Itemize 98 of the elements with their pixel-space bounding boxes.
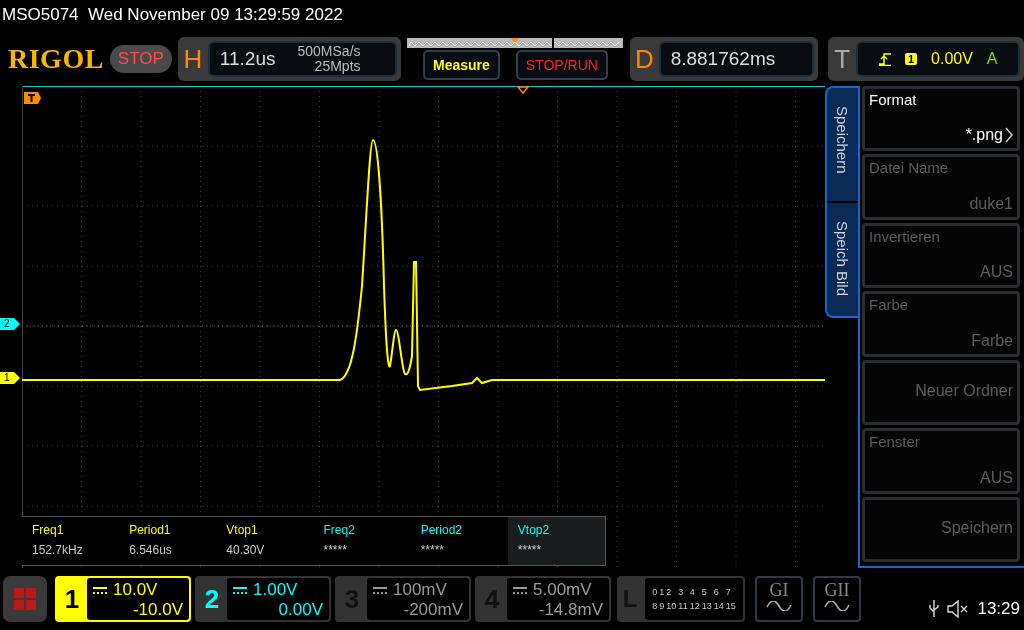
measurement-name: Freq1 [32, 523, 65, 537]
logic-channel-number: 9 [659, 601, 665, 611]
rising-edge-icon [878, 52, 891, 66]
sine-wave-icon [824, 601, 850, 611]
logic-channel-number: 3 [678, 587, 685, 597]
logic-channel-number: 4 [689, 587, 696, 597]
menu-item-label: Fenster [869, 433, 921, 451]
logic-channel-number: 0 [652, 587, 658, 597]
chevron-right-icon [1005, 127, 1013, 144]
measurement-name: Freq2 [323, 523, 356, 537]
channel-panel[interactable]: 2 1.00V 0.00V [195, 576, 331, 622]
measurement-item[interactable]: Vtop2 ***** [507, 517, 605, 565]
logic-channel-number: 11 [678, 601, 688, 611]
grid-icon [13, 587, 37, 611]
channel-number: 1 [63, 582, 81, 616]
generator-button[interactable]: GII [813, 576, 861, 622]
memory-depth: 25Mpts [314, 59, 361, 74]
clock-time: 13:29 [977, 599, 1020, 619]
measurement-value: ***** [323, 543, 348, 557]
channel-offset: -10.0V [132, 600, 183, 620]
horizontal-panel[interactable]: H 11.2us 500MSa/s 25Mpts [177, 37, 401, 81]
trigger-mode: A [986, 50, 998, 68]
menu-item-value: AUS [980, 263, 1013, 282]
brand-logo: RIGOL [8, 43, 104, 75]
menu-item-value: Neuer Ordner [915, 382, 1013, 401]
measurement-value: ***** [420, 543, 445, 557]
channel-offset: 0.00V [278, 600, 323, 620]
measurement-value: 40.30V [226, 543, 266, 557]
menu-item-label: Datei Name [869, 159, 950, 177]
measurement-item[interactable]: Freq1 152.7kHz [22, 517, 120, 565]
horizontal-label: H [182, 43, 204, 75]
generator-button[interactable]: GI [755, 576, 803, 622]
logic-channel-number: 10 [666, 601, 677, 611]
menu-item-value: Farbe [971, 331, 1013, 350]
main-menu-button[interactable] [3, 576, 47, 622]
speaker-muted-icon [947, 600, 970, 618]
logic-channel-number: 15 [725, 601, 736, 611]
logic-channel-number: 8 [652, 601, 658, 611]
channel-scale: 5.00mV [533, 580, 592, 600]
menu-item-value: duke1 [969, 194, 1013, 213]
measurement-name: Period2 [420, 523, 464, 537]
timebase-value: 11.2us [219, 48, 276, 70]
menu-item-value: Speichern [940, 519, 1013, 538]
menu-item-label: Invertieren [869, 227, 941, 245]
menu-item-value: AUS [980, 468, 1013, 487]
trigger-panel[interactable]: T 1 0.00V A [828, 37, 1024, 81]
delay-label: D [634, 43, 655, 75]
trigger-marker-icon [24, 92, 41, 104]
dc-coupling-icon [373, 586, 387, 594]
window-title: MSO5074 Wed November 09 13:29:59 2022 [1, 4, 344, 26]
logic-channel-number: 7 [725, 587, 732, 597]
channel-offset: -14.8mV [538, 600, 603, 620]
channel-offset: -200mV [403, 600, 463, 620]
measurement-value: ***** [517, 543, 543, 557]
measurement-item[interactable]: Vtop1 40.30V [216, 517, 314, 565]
trigger-label: T [833, 43, 852, 75]
measurement-item[interactable]: Period1 6.546us [119, 517, 217, 565]
logic-channel-number: 12 [689, 601, 700, 611]
channel-scale: 10.0V [113, 580, 158, 600]
trigger-position-icon [516, 86, 530, 95]
sample-rate: 500MSa/s [297, 44, 361, 59]
logic-channel-number: 1 [659, 587, 665, 597]
menu-item-value: *.png [965, 126, 1003, 145]
logic-channel-number: 14 [713, 601, 724, 611]
measurement-name: Period1 [129, 523, 172, 537]
delay-panel[interactable]: D 8.881762ms [630, 37, 818, 81]
channel-marker[interactable]: 1 [0, 372, 20, 384]
trigger-level: 0.00V [931, 50, 973, 68]
trigger-source: 1 [904, 53, 918, 65]
measurement-name: Vtop2 [517, 523, 551, 537]
logic-channel-number: 6 [713, 587, 720, 597]
logic-channel-number: 2 [666, 587, 673, 597]
channel-number: 2 [203, 582, 221, 616]
measurement-value: 152.7kHz [32, 543, 84, 557]
measure-button[interactable]: Measure [423, 50, 500, 80]
channel-marker[interactable]: 2 [0, 318, 20, 330]
menu-tab[interactable]: Speich Bild [827, 201, 858, 316]
menu-item-label: Farbe [869, 296, 910, 314]
dc-coupling-icon [233, 586, 247, 594]
sine-wave-icon [766, 601, 792, 611]
menu-tab[interactable]: Speichern [827, 88, 858, 201]
channel-scale: 1.00V [253, 580, 298, 600]
menu-item[interactable]: Format *.png [862, 86, 1020, 152]
stop-run-button[interactable]: STOP/RUN [515, 50, 608, 80]
run-status: STOP [109, 45, 172, 73]
channel-scale: 100mV [393, 580, 447, 600]
dc-coupling-icon [513, 586, 527, 594]
delay-value: 8.881762ms [670, 48, 776, 70]
menu-item-label: Format [869, 91, 918, 108]
logic-channel-number: 13 [701, 601, 712, 611]
channel-panel[interactable]: 1 10.0V -10.0V [55, 576, 191, 622]
usb-icon [929, 600, 940, 618]
measurement-name: Vtop1 [226, 523, 259, 537]
measurement-value: 6.546us [129, 543, 173, 557]
measurement-item[interactable]: Period2 ***** [410, 517, 508, 565]
measurement-item[interactable]: Freq2 ***** [313, 517, 411, 565]
logic-channel-number: 5 [701, 587, 708, 597]
dc-coupling-icon [93, 586, 107, 594]
